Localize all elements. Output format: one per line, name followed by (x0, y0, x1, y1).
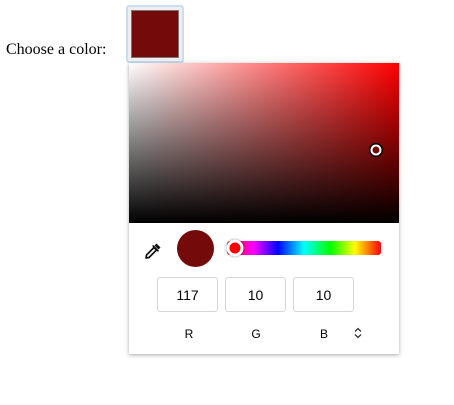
current-color-swatch (131, 10, 179, 58)
saturation-value-area[interactable] (129, 63, 399, 223)
hue-slider-thumb[interactable] (226, 239, 244, 257)
color-picker-popup: R G B (129, 63, 399, 354)
blue-input[interactable] (293, 277, 354, 312)
eyedropper-icon[interactable] (143, 241, 163, 261)
color-preview (177, 230, 214, 267)
blue-label: B (319, 327, 328, 341)
color-input-label: Choose a color: (6, 41, 107, 58)
green-input[interactable] (225, 277, 286, 312)
hue-slider[interactable] (226, 239, 381, 257)
red-input[interactable] (157, 277, 218, 312)
chevron-up-down-icon[interactable] (351, 326, 365, 340)
red-label: R (184, 327, 194, 341)
green-label: G (251, 327, 261, 341)
color-input-button[interactable] (126, 5, 184, 63)
saturation-value-cursor[interactable] (370, 144, 382, 156)
